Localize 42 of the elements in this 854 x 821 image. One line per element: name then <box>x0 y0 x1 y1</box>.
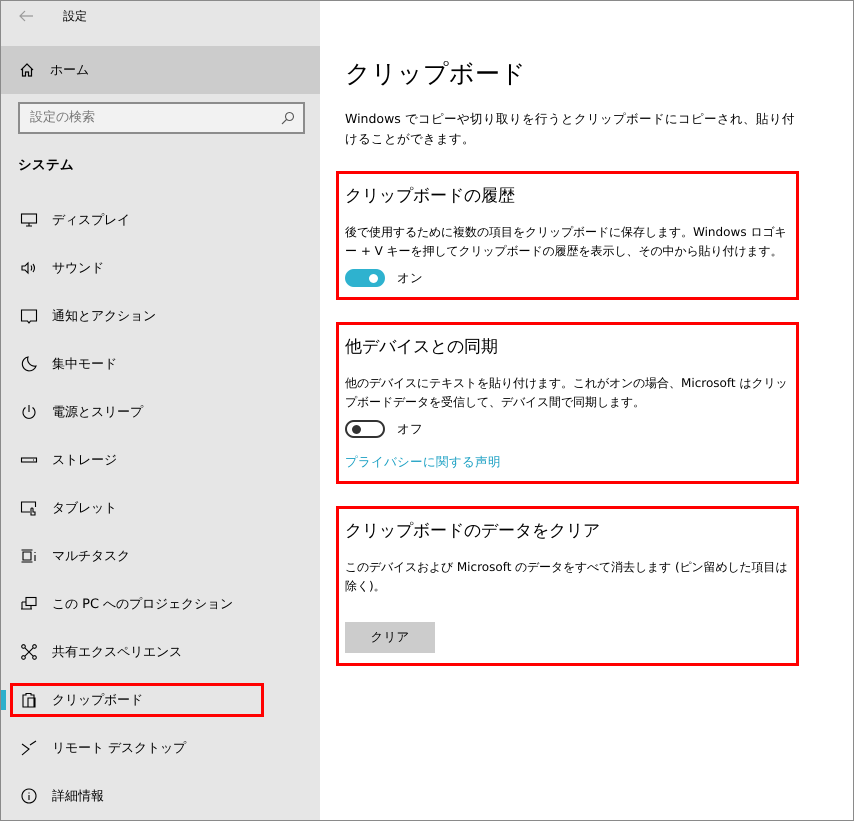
section-description: 後で使用するために複数の項目をクリップボードに保存します。Windows ロゴキー + V キーを押してクリップボードの履歴を表示し、その中から貼り付けます。 <box>345 224 788 260</box>
section-heading: システム <box>17 156 75 175</box>
nav-item[interactable]: リモート デスクトップ <box>10 731 240 765</box>
display-icon <box>20 211 38 229</box>
clear-button[interactable]: クリア <box>345 622 435 653</box>
search-icon <box>281 110 295 125</box>
toggle-label: オフ <box>397 420 423 438</box>
toggle-switch[interactable] <box>345 269 385 287</box>
moon-icon <box>20 355 38 373</box>
clip-icon <box>20 691 38 709</box>
section-title: クリップボードの履歴 <box>345 185 516 207</box>
info-icon <box>20 787 38 805</box>
toggle-label: オン <box>397 270 423 286</box>
nav-item[interactable]: タブレット <box>10 491 240 525</box>
section-title: 他デバイスとの同期 <box>345 336 499 358</box>
nav-item[interactable]: 詳細情報 <box>10 779 240 813</box>
nav-item[interactable]: 共有エクスペリエンス <box>10 635 240 669</box>
intro-text: Windows でコピーや切り取りを行うとクリップボードにコピーされ、貼り付けることができます。 <box>345 110 795 148</box>
section-description: 他のデバイスにテキストを貼り付けます。これがオンの場合、Microsoft はクリップボードデータを受信して、デバイス間で同期します。 <box>345 375 788 411</box>
nav-item[interactable]: この PC へのプロジェクション <box>10 587 240 621</box>
nav-item[interactable]: 電源とスリープ <box>10 395 240 429</box>
home-icon <box>19 62 35 78</box>
nav-item[interactable]: ディスプレイ <box>10 203 240 237</box>
notify-icon <box>20 307 38 325</box>
toggle-switch[interactable] <box>345 420 385 438</box>
nav-item[interactable]: ストレージ <box>10 443 240 477</box>
window-title: 設定 <box>63 8 87 25</box>
power-icon <box>20 403 38 421</box>
nav-item[interactable]: サウンド <box>10 251 240 285</box>
nav-item[interactable]: 通知とアクション <box>10 299 240 333</box>
section-title: クリップボードのデータをクリア <box>345 520 601 542</box>
nav-item[interactable]: クリップボード <box>10 683 264 717</box>
home-nav-item[interactable]: ホーム <box>1 46 320 94</box>
page-title: クリップボード <box>345 58 527 90</box>
sound-icon <box>20 259 38 277</box>
share-icon <box>20 643 38 661</box>
tablet-icon <box>20 499 38 517</box>
nav-item[interactable]: 集中モード <box>10 347 240 381</box>
back-arrow-icon[interactable] <box>19 10 33 22</box>
search-field[interactable]: 設定の検索 <box>18 102 305 134</box>
section-description: このデバイスおよび Microsoft のデータをすべて消去します (ピン留めした項目は除く)。 <box>345 559 789 595</box>
nav-item[interactable]: マルチタスク <box>10 539 240 573</box>
